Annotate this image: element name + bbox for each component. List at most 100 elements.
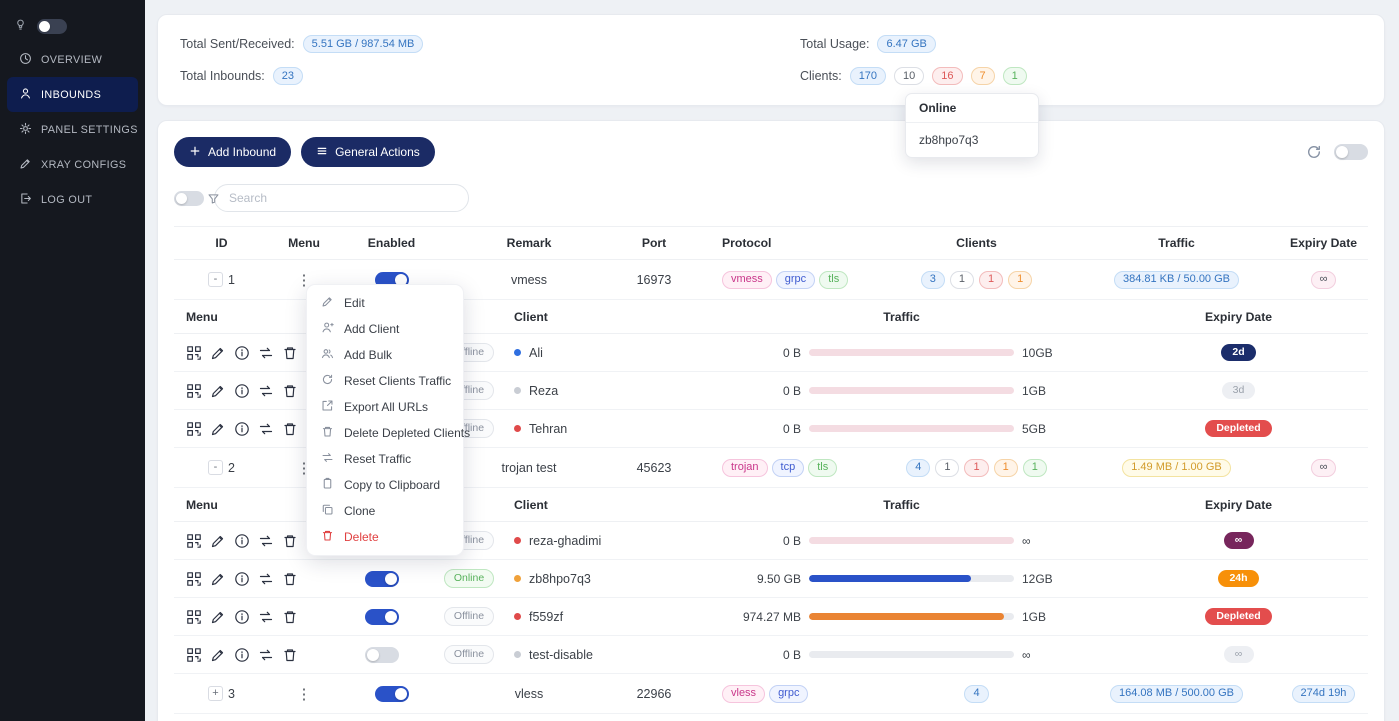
bulb-icon — [14, 18, 27, 34]
collapse-button[interactable]: - — [208, 272, 223, 287]
edit-icon[interactable] — [210, 533, 226, 549]
inbound-id: 1 — [228, 273, 235, 287]
swap-icon[interactable] — [258, 571, 274, 587]
table-row-inbound-4: 4 ⋮ httptest 11503 http 0 B / ∞ ∞ — [174, 714, 1368, 721]
swap-icon[interactable] — [258, 609, 274, 625]
traffic-bar — [809, 537, 1014, 544]
info-icon[interactable] — [234, 421, 250, 437]
menu-item-clone[interactable]: Clone — [307, 498, 463, 524]
clients-count-disabled[interactable]: 10 — [894, 67, 924, 85]
total-usage-label: Total Usage: — [800, 37, 869, 51]
trash-icon[interactable] — [282, 383, 298, 399]
expiry-tag: Depleted — [1205, 420, 1271, 437]
client-dot-icon — [514, 425, 521, 432]
menu-item-reset-clients-traffic[interactable]: Reset Clients Traffic — [307, 368, 463, 394]
trash-icon[interactable] — [282, 533, 298, 549]
info-icon[interactable] — [234, 609, 250, 625]
client-enabled-toggle[interactable] — [365, 647, 399, 663]
client-count-badge[interactable]: 1 — [935, 459, 959, 477]
general-actions-button[interactable]: General Actions — [301, 137, 435, 167]
qr-code-icon[interactable] — [186, 533, 202, 549]
sidebar-item-xray-configs[interactable]: XRAY CONFIGS — [7, 147, 138, 182]
menu-item-copy-to-clipboard[interactable]: Copy to Clipboard — [307, 472, 463, 498]
client-name: test-disable — [529, 648, 593, 662]
main-content: Total Sent/Received: 5.51 GB / 987.54 MB… — [145, 0, 1399, 721]
enabled-toggle[interactable] — [375, 686, 409, 702]
edit-icon[interactable] — [210, 421, 226, 437]
trash-icon[interactable] — [282, 647, 298, 663]
sent-received-value: 5.51 GB / 987.54 MB — [303, 35, 424, 53]
trash-icon[interactable] — [282, 571, 298, 587]
menu-item-reset-traffic[interactable]: Reset Traffic — [307, 446, 463, 472]
menu-item-delete-depleted-clients[interactable]: Delete Depleted Clients — [307, 420, 463, 446]
clients-count-total[interactable]: 170 — [850, 67, 886, 85]
client-count-badge[interactable]: 1 — [994, 459, 1018, 477]
trash-icon[interactable] — [282, 609, 298, 625]
filter-toggle[interactable] — [174, 191, 204, 206]
trash-icon[interactable] — [282, 345, 298, 361]
client-count-badge[interactable]: 4 — [964, 685, 988, 703]
auto-refresh-toggle[interactable] — [1334, 144, 1368, 160]
add-inbound-button[interactable]: Add Inbound — [174, 137, 291, 167]
menu-item-export-all-urls[interactable]: Export All URLs — [307, 394, 463, 420]
search-input[interactable] — [214, 184, 469, 212]
client-count-badge[interactable]: 1 — [950, 271, 974, 289]
col-header-id: ID — [174, 236, 269, 250]
swap-icon[interactable] — [258, 533, 274, 549]
status-badge: Offline — [444, 645, 494, 664]
menu-item-edit[interactable]: Edit — [307, 290, 463, 316]
qr-code-icon[interactable] — [186, 647, 202, 663]
popover-client-name[interactable]: zb8hpo7q3 — [906, 123, 1038, 157]
refresh-icon[interactable] — [1306, 144, 1322, 160]
client-row-zb8hpo7q3: Online zb8hpo7q3 9.50 GB 12GB 24h — [174, 560, 1368, 598]
trash-icon[interactable] — [282, 421, 298, 437]
client-enabled-toggle[interactable] — [365, 571, 399, 587]
info-icon[interactable] — [234, 571, 250, 587]
clipboard-icon — [321, 477, 334, 493]
edit-icon[interactable] — [210, 647, 226, 663]
expand-button[interactable]: + — [208, 686, 223, 701]
info-icon[interactable] — [234, 533, 250, 549]
swap-icon[interactable] — [258, 421, 274, 437]
qr-code-icon[interactable] — [186, 345, 202, 361]
swap-icon[interactable] — [258, 383, 274, 399]
traffic-bar — [809, 349, 1014, 356]
client-count-badge[interactable]: 1 — [964, 459, 988, 477]
search-row — [174, 184, 1368, 212]
client-count-badge[interactable]: 3 — [921, 271, 945, 289]
info-icon[interactable] — [234, 383, 250, 399]
pen-icon — [19, 157, 32, 173]
sidebar-item-inbounds[interactable]: INBOUNDS — [7, 77, 138, 112]
client-count-badge[interactable]: 1 — [1008, 271, 1032, 289]
menu-item-add-bulk[interactable]: Add Bulk — [307, 342, 463, 368]
sidebar-item-panel-settings[interactable]: PANEL SETTINGS — [7, 112, 138, 147]
row-menu-button[interactable]: ⋮ — [291, 685, 318, 703]
sidebar-item-log-out[interactable]: LOG OUT — [7, 182, 138, 217]
sidebar-item-overview[interactable]: OVERVIEW — [7, 42, 138, 77]
menu-item-delete[interactable]: Delete — [307, 524, 463, 550]
client-enabled-toggle[interactable] — [365, 609, 399, 625]
clients-count-online[interactable]: 1 — [1003, 67, 1027, 85]
clients-count-expiring[interactable]: 7 — [971, 67, 995, 85]
client-count-badge[interactable]: 1 — [979, 271, 1003, 289]
info-icon[interactable] — [234, 647, 250, 663]
client-count-badge[interactable]: 1 — [1023, 459, 1047, 477]
edit-icon[interactable] — [210, 383, 226, 399]
client-count-badge[interactable]: 4 — [906, 459, 930, 477]
edit-icon[interactable] — [210, 345, 226, 361]
swap-icon[interactable] — [258, 647, 274, 663]
client-name: Tehran — [529, 422, 567, 436]
collapse-button[interactable]: - — [208, 460, 223, 475]
info-icon[interactable] — [234, 345, 250, 361]
qr-code-icon[interactable] — [186, 421, 202, 437]
qr-code-icon[interactable] — [186, 383, 202, 399]
edit-icon[interactable] — [210, 571, 226, 587]
menu-item-add-client[interactable]: Add Client — [307, 316, 463, 342]
edit-icon[interactable] — [210, 609, 226, 625]
clients-count-depleted[interactable]: 16 — [932, 67, 962, 85]
qr-code-icon[interactable] — [186, 609, 202, 625]
traffic-used: 0 B — [694, 648, 809, 662]
swap-icon[interactable] — [258, 345, 274, 361]
qr-code-icon[interactable] — [186, 571, 202, 587]
theme-toggle[interactable] — [37, 19, 67, 34]
